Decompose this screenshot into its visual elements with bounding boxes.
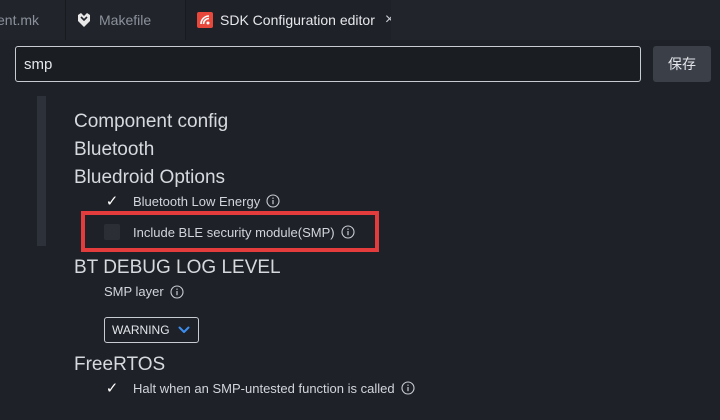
smp-layer-select[interactable]: WARNING	[104, 317, 199, 343]
tab-label: ent.mk	[0, 12, 40, 28]
checkbox-include-ble-smp[interactable]	[104, 224, 120, 240]
info-circle-icon[interactable]	[170, 284, 184, 299]
chevron-down-icon	[178, 325, 190, 335]
smp-layer-label: SMP layer	[104, 284, 164, 299]
tab-makefile[interactable]: Makefile	[66, 0, 186, 40]
tab-component-mk[interactable]: ent.mk	[0, 0, 66, 40]
checkbox-bluetooth-low-energy[interactable]: ✓	[104, 193, 120, 209]
heading-bluedroid-options: Bluedroid Options	[74, 167, 226, 188]
tab-label: SDK Configuration editor	[220, 12, 375, 28]
makefile-icon	[76, 12, 92, 28]
option-bluetooth-low-energy: ✓ Bluetooth Low Energy	[104, 193, 280, 209]
option-label: Halt when an SMP-untested function is ca…	[133, 380, 395, 396]
heading-freertos: FreeRTOS	[74, 354, 166, 375]
info-circle-icon[interactable]	[341, 225, 355, 239]
option-include-ble-smp: Include BLE security module(SMP)	[104, 224, 355, 240]
tab-sdk-configuration-editor[interactable]: SDK Configuration editor ×	[186, 0, 391, 40]
option-label: Include BLE security module(SMP)	[133, 224, 335, 240]
tab-bar: ent.mk Makefile SDK Configuration editor…	[0, 0, 720, 40]
option-label: Bluetooth Low Energy	[133, 193, 261, 209]
smp-layer-label-row: SMP layer	[104, 284, 184, 299]
heading-bluetooth: Bluetooth	[74, 139, 155, 160]
tab-label: Makefile	[99, 12, 152, 28]
search-input[interactable]	[15, 46, 641, 82]
heading-bt-debug-log-level: BT DEBUG LOG LEVEL	[74, 257, 281, 278]
checkbox-halt-smp-untested[interactable]: ✓	[104, 380, 120, 396]
espressif-icon	[197, 12, 213, 28]
heading-component-config: Component config	[74, 111, 229, 132]
option-halt-smp-untested: ✓ Halt when an SMP-untested function is …	[104, 380, 415, 396]
info-circle-icon[interactable]	[401, 381, 415, 395]
close-icon[interactable]: ×	[385, 11, 391, 29]
select-value: WARNING	[112, 323, 170, 337]
info-circle-icon[interactable]	[266, 194, 280, 208]
save-button[interactable]: 保存	[653, 46, 711, 82]
scrollbar-thumb[interactable]	[37, 96, 46, 246]
